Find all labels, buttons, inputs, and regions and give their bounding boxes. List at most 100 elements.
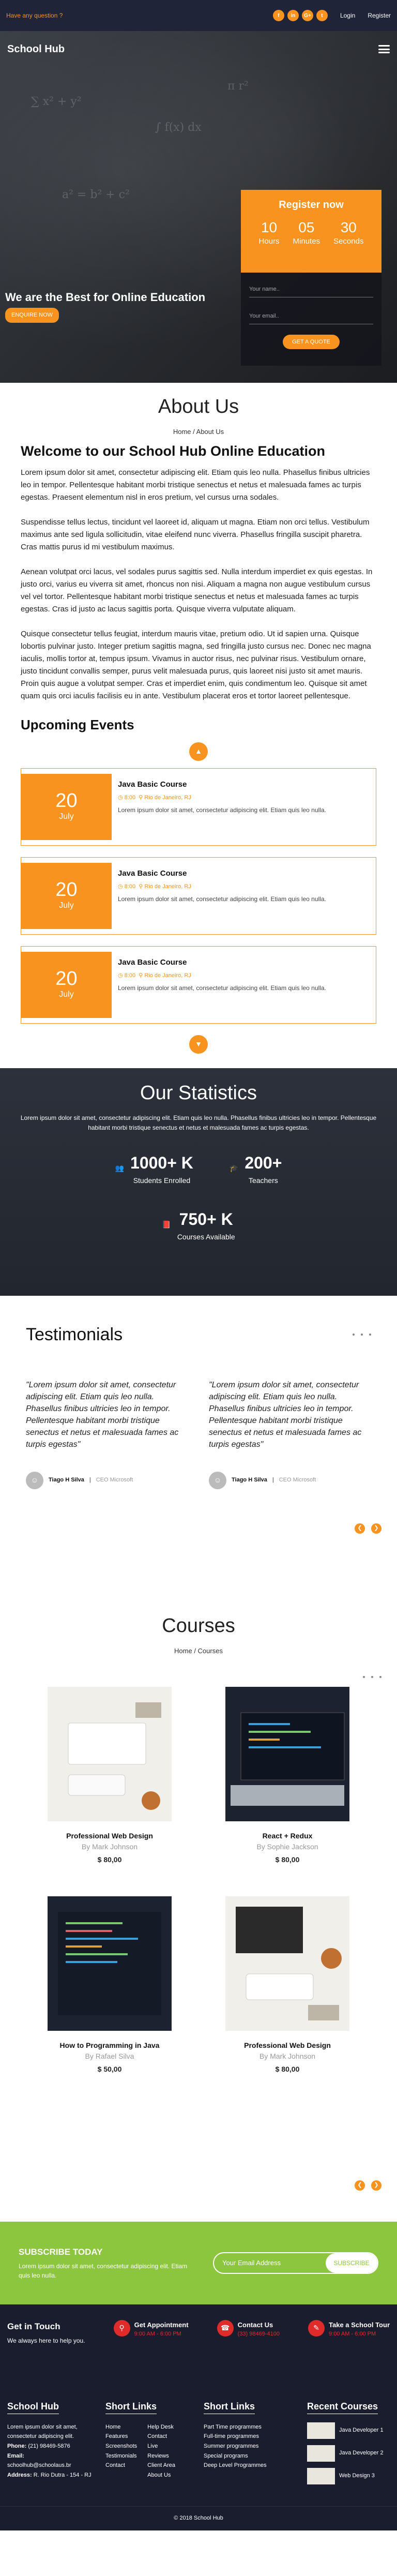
footer-links-title: Short Links <box>204 2400 255 2414</box>
event-description: Lorem ipsum dolor sit amet, consectetur … <box>118 895 326 903</box>
brand-logo[interactable]: School Hub <box>7 41 65 57</box>
testimonials-title: Testimonials <box>26 1324 123 1344</box>
stat-teachers: 🎓 200+ Teachers <box>229 1153 282 1185</box>
event-description: Lorem ipsum dolor sit amet, consectetur … <box>118 984 326 992</box>
register-link[interactable]: Register <box>368 11 391 20</box>
chevron-up-icon[interactable]: ▲ <box>189 742 208 761</box>
footer-link[interactable]: Reviews <box>147 2451 175 2461</box>
contact-title: Get in Touch <box>7 2321 60 2331</box>
stats-text: Lorem ipsum dolor sit amet, consectetur … <box>20 1114 377 1131</box>
statistics-section: Our Statistics Lorem ipsum dolor sit ame… <box>0 1068 397 1296</box>
name-input[interactable] <box>249 281 373 297</box>
chevron-right-icon[interactable]: ❯ <box>371 2180 381 2191</box>
course-card[interactable]: How to Programming in Java By Rafael Sil… <box>21 1896 198 2075</box>
recent-course[interactable]: Java Developer 2 <box>307 2445 390 2462</box>
course-arrows: ❮ ❯ <box>355 2180 381 2191</box>
twitter-icon[interactable]: t <box>316 10 328 21</box>
footer-link[interactable]: Special programs <box>204 2451 302 2461</box>
footer-link[interactable]: Screenshots <box>105 2442 137 2451</box>
event-info: Java Basic Course ◷ 8:00 ⚲ Rio de Janeir… <box>112 774 376 840</box>
course-title[interactable]: Professional Web Design <box>198 2040 376 2051</box>
footer-email: Email: schoolhub@schoolaus.br <box>7 2452 71 2469</box>
clock-icon: ◷ <box>118 883 123 890</box>
course-thumbnail[interactable] <box>48 1687 172 1822</box>
footer-link[interactable]: Part Time programmes <box>204 2422 302 2432</box>
courses-section: Courses Home / Courses Professional Web … <box>0 1611 397 2222</box>
footer-link[interactable]: Features <box>105 2432 137 2442</box>
course-card[interactable]: React + Redux By Sophie Jackson $ 80,00 <box>198 1687 376 1865</box>
course-title[interactable]: React + Redux <box>198 1831 376 1841</box>
testimonial-arrows: ❮ ❯ <box>355 1523 381 1534</box>
footer-link[interactable]: Contact <box>147 2432 175 2442</box>
course-card[interactable]: Professional Web Design By Mark Johnson … <box>21 1687 198 1865</box>
event-title[interactable]: Java Basic Course <box>118 868 370 880</box>
recent-course[interactable]: Java Developer 1 <box>307 2422 390 2439</box>
timer-hours: 10 Hours <box>258 219 280 246</box>
footer-link[interactable]: Contact <box>105 2461 137 2470</box>
top-bar-right: f in G+ t Login Register <box>272 10 391 21</box>
footer-recent: Recent Courses Java Developer 1 Java Dev… <box>307 2400 390 2491</box>
hero-title: We are the Best for Online Education <box>5 291 206 304</box>
register-panel: Register now 10 Hours 05 Minutes 30 Seconds… <box>241 190 381 366</box>
course-thumbnail[interactable] <box>225 1896 349 2031</box>
about-title: About Us <box>158 396 239 417</box>
appointment-item[interactable]: ⚲ Get Appointment 9:00 AM - 6:00 PM <box>113 2319 189 2392</box>
chevron-left-icon[interactable]: ❮ <box>355 1523 365 1534</box>
footer-link[interactable]: Help Desk <box>147 2422 175 2432</box>
chevron-left-icon[interactable]: ❮ <box>355 2180 365 2191</box>
footer-links-title: Short Links <box>105 2400 157 2414</box>
testimonials-section: Testimonials "Lorem ipsum dolor sit amet… <box>0 1296 397 1611</box>
footer-link[interactable]: Deep Level Programmes <box>204 2461 302 2470</box>
chalk-decoration: a² = b² + c² <box>62 188 130 201</box>
social-links: f in G+ t <box>272 10 328 21</box>
footer-links-2: Short Links Part Time programmes Full-ti… <box>204 2400 302 2491</box>
course-title[interactable]: Professional Web Design <box>21 1831 198 1841</box>
location-icon: ⚲ <box>139 972 143 979</box>
footer-phone: Phone: (21) 98469-5876 <box>7 2443 70 2449</box>
footer-link[interactable]: Full-time programmes <box>204 2432 302 2442</box>
chalk-decoration: ∫ f(x) dx <box>155 121 202 134</box>
about-paragraph: Suspendisse tellus lectus, tincidunt vel… <box>21 517 370 551</box>
footer-link[interactable]: Home <box>105 2422 137 2432</box>
hero: ∑ x² + y² ∫ f(x) dx a² = b² + c² π r² Sc… <box>0 31 397 383</box>
login-link[interactable]: Login <box>340 11 355 20</box>
footer-link[interactable]: Summer programmes <box>204 2442 302 2451</box>
enquire-button[interactable]: ENQUIRE NOW <box>5 308 59 323</box>
footer-link[interactable]: Testimonials <box>105 2451 137 2461</box>
subscribe-email-input[interactable] <box>214 2253 326 2273</box>
recent-course[interactable]: Web Design 3 <box>307 2467 390 2484</box>
get-quote-button[interactable]: GET A QUOTE <box>283 335 340 349</box>
carousel-dots[interactable] <box>353 1334 371 1336</box>
subscribe-button[interactable]: SUBSCRIBE <box>326 2253 377 2273</box>
event-card[interactable]: 20 July Java Basic Course ◷ 8:00 ⚲ Rio de… <box>21 857 376 935</box>
course-title[interactable]: How to Programming in Java <box>21 2040 198 2051</box>
carousel-dots[interactable] <box>363 1675 381 1678</box>
facebook-icon[interactable]: f <box>272 10 284 21</box>
school-tour-item[interactable]: ✎ Take a School Tour 9:00 AM - 6:00 PM <box>308 2319 390 2392</box>
testimonial-quote: "Lorem ipsum dolor sit amet, consectetur… <box>26 1380 179 1449</box>
menu-icon[interactable] <box>378 45 390 53</box>
footer-link[interactable]: About Us <box>147 2470 175 2480</box>
event-card[interactable]: 20 July Java Basic Course ◷ 8:00 ⚲ Rio de… <box>21 946 376 1024</box>
contact-us-item[interactable]: ☎ Contact Us (33) 98469-4100 <box>217 2319 280 2392</box>
register-title: Register now <box>279 199 344 211</box>
event-card[interactable]: 20 July Java Basic Course ◷ 8:00 ⚲ Rio de… <box>21 768 376 846</box>
testimonial-author: ☺ Tiago H Silva | CEO Microsoft <box>26 1471 188 1489</box>
events-section: Upcoming Events ▲ 20 July Java Basic Cour… <box>0 715 397 1054</box>
event-title[interactable]: Java Basic Course <box>118 779 370 791</box>
course-author: By Sophie Jackson <box>256 1843 318 1851</box>
course-card[interactable]: Professional Web Design By Mark Johnson … <box>198 1896 376 2075</box>
recent-courses-title: Recent Courses <box>307 2400 378 2414</box>
linkedin-icon[interactable]: in <box>287 10 299 21</box>
email-input[interactable] <box>249 308 373 324</box>
chevron-right-icon[interactable]: ❯ <box>371 1523 381 1534</box>
footer-link[interactable]: Client Area <box>147 2461 175 2470</box>
course-price: $ 80,00 <box>275 2065 300 2074</box>
event-title[interactable]: Java Basic Course <box>118 957 370 969</box>
course-thumbnail[interactable] <box>225 1687 349 1822</box>
google-plus-icon[interactable]: G+ <box>301 10 313 21</box>
chevron-down-icon[interactable]: ▼ <box>189 1035 208 1054</box>
welcome-heading: Welcome to our School Hub Online Educati… <box>21 443 326 459</box>
footer-link[interactable]: Live <box>147 2442 175 2451</box>
course-thumbnail[interactable] <box>48 1896 172 2031</box>
